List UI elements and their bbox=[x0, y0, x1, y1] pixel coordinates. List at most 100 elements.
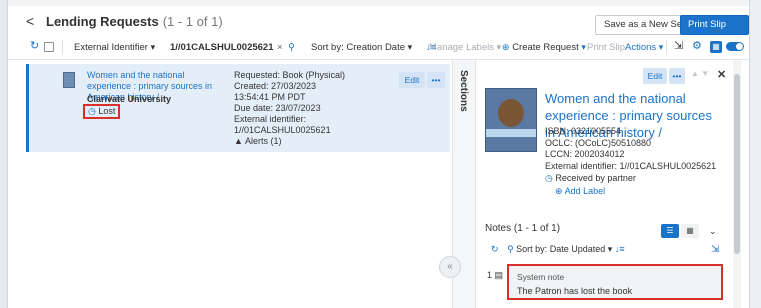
due-date: Due date: 23/07/2023 bbox=[234, 103, 321, 113]
page-title-text: Lending Requests bbox=[46, 14, 159, 29]
notes-sort: ↻ ⚲ Sort by: Date Updated ▾ ↓≡ bbox=[491, 244, 625, 254]
create-request-dropdown[interactable]: ⊕ Create Request ▾ bbox=[502, 41, 586, 54]
caret-down-icon: ▾ bbox=[496, 42, 502, 52]
actions-dropdown[interactable]: Actions ▾ bbox=[625, 41, 663, 54]
top-edge bbox=[8, 0, 749, 6]
grid-view-icon[interactable]: ▦ bbox=[710, 41, 722, 53]
manage-labels-dropdown[interactable]: Manage Labels ▾ bbox=[429, 41, 501, 54]
cover-portrait bbox=[498, 99, 524, 127]
plus-circle-icon: ⊕ bbox=[502, 42, 510, 52]
note-type: System note bbox=[517, 272, 565, 282]
chevron-down-icon[interactable]: ⌄ bbox=[709, 226, 717, 237]
export-icon[interactable]: ⇲ bbox=[711, 244, 719, 255]
manage-labels-label: Manage Labels bbox=[429, 42, 494, 53]
result-count: (1 - 1 of 1) bbox=[162, 14, 223, 29]
note-number: 1 ▤ bbox=[487, 270, 503, 280]
caret-down-icon: ▾ bbox=[407, 42, 413, 52]
right-edge bbox=[749, 0, 761, 308]
created-date: Created: 27/03/2023 bbox=[234, 81, 317, 91]
left-edge bbox=[0, 0, 8, 308]
add-label-button[interactable]: ⊕ Add Label bbox=[555, 186, 605, 196]
toolbar: ↻ External Identifier ▾ 1//01CALSHUL0025… bbox=[8, 36, 749, 60]
page-title: Lending Requests (1 - 1 of 1) bbox=[46, 14, 223, 29]
status-badge: ◷ Lost bbox=[83, 104, 121, 119]
caret-down-icon: ▾ bbox=[150, 42, 156, 52]
note-text: The Patron has lost the book bbox=[517, 286, 633, 296]
alerts-label: Alerts (1) bbox=[244, 136, 282, 146]
grid-view-icon[interactable]: ▦ bbox=[681, 224, 699, 238]
request-meta: Requested: Book (Physical) Created: 27/0… bbox=[234, 70, 384, 147]
refresh-icon[interactable]: ↻ bbox=[491, 244, 499, 254]
sort-direction-icon[interactable]: ↓≡ bbox=[615, 244, 625, 254]
create-request-label: Create Request bbox=[512, 42, 579, 53]
clock-icon: ◷ bbox=[545, 173, 553, 183]
sort-value: Creation Date bbox=[346, 42, 406, 53]
filter-field-dropdown[interactable]: External Identifier ▾ bbox=[74, 41, 155, 54]
notes-sort-value[interactable]: Date Updated bbox=[550, 244, 606, 254]
divider bbox=[62, 40, 63, 55]
requested-type: Requested: Book (Physical) bbox=[234, 70, 346, 80]
detail-meta: ISBN: 0321005554 OCLC: (OCoLC)50510880 L… bbox=[545, 126, 731, 172]
note-number-text: 1 bbox=[487, 270, 493, 280]
back-icon[interactable]: < bbox=[26, 14, 34, 28]
note-icon: ▤ bbox=[494, 270, 504, 280]
filter-field-label: External Identifier bbox=[74, 42, 148, 53]
sections-label: Sections bbox=[458, 70, 469, 112]
print-slip-button[interactable]: Print Slip bbox=[587, 41, 625, 54]
row-more-button[interactable]: ••• bbox=[427, 72, 445, 88]
results-list: 1 Women and the national experience : pr… bbox=[8, 60, 452, 308]
status-text: Lost bbox=[98, 106, 116, 116]
sections-bar[interactable]: Sections « bbox=[439, 60, 476, 308]
caret-down-icon: ▾ bbox=[607, 244, 613, 254]
save-as-new-set-button[interactable]: Save as a New Set bbox=[595, 15, 694, 35]
partner-name: Clarivate University bbox=[87, 94, 172, 104]
collapse-icon[interactable]: « bbox=[439, 256, 461, 278]
status-line: ◷ Received by partner bbox=[545, 173, 636, 183]
page-header: < Lending Requests (1 - 1 of 1) Save as a… bbox=[8, 8, 749, 48]
note-card[interactable]: System note The Patron has lost the book bbox=[507, 264, 723, 300]
table-row[interactable]: Women and the national experience : prim… bbox=[26, 64, 450, 152]
created-time: 13:54:41 PM PDT bbox=[234, 92, 306, 102]
alert-icon: ▲ bbox=[234, 136, 243, 146]
external-id: External identifier: 1//01CALSHUL0025621 bbox=[545, 160, 717, 171]
search-icon[interactable]: ⚲ bbox=[288, 41, 295, 54]
external-id-value: 1//01CALSHUL0025621 bbox=[234, 125, 331, 135]
sort-dropdown[interactable]: Sort by: Creation Date ▾ bbox=[311, 41, 412, 54]
detail-panel: Edit ••• ▲ ▼ ✕ Women and the national ex… bbox=[477, 60, 733, 308]
detail-scrollbar[interactable] bbox=[733, 60, 741, 308]
book-cover-image bbox=[485, 88, 537, 152]
row-edit-button[interactable]: Edit bbox=[399, 72, 425, 88]
close-icon[interactable]: ✕ bbox=[717, 68, 726, 81]
view-toggle[interactable] bbox=[726, 42, 744, 51]
search-input[interactable]: 1//01CALSHUL0025621 bbox=[170, 41, 274, 54]
export-icon[interactable]: ⇲ bbox=[674, 40, 683, 53]
detail-edit-button[interactable]: Edit bbox=[643, 68, 667, 84]
actions-label: Actions bbox=[625, 42, 657, 53]
scroll-thumb[interactable] bbox=[734, 74, 740, 254]
detail-more-button[interactable]: ••• bbox=[669, 68, 685, 84]
external-id-label: External identifier: bbox=[234, 114, 307, 124]
list-view-icon[interactable]: ☰ bbox=[661, 224, 679, 238]
plus-circle-icon: ⊕ bbox=[555, 186, 563, 196]
add-label-text: Add Label bbox=[564, 186, 606, 196]
refresh-icon[interactable]: ↻ bbox=[30, 40, 39, 53]
alerts-line[interactable]: ▲ Alerts (1) bbox=[234, 136, 384, 147]
cover-band bbox=[486, 129, 536, 137]
sort-label: Sort by: bbox=[311, 42, 344, 53]
divider bbox=[666, 40, 667, 55]
received-text: Received by partner bbox=[555, 173, 636, 183]
nav-arrows-icon[interactable]: ▲ ▼ bbox=[691, 69, 709, 78]
notes-header: Notes (1 - 1 of 1) bbox=[485, 223, 561, 234]
search-icon[interactable]: ⚲ bbox=[507, 244, 514, 254]
settings-icon[interactable]: ⚙ bbox=[692, 40, 702, 53]
select-all-checkbox[interactable] bbox=[44, 42, 54, 52]
isbn: ISBN: 0321005554 bbox=[545, 126, 622, 136]
clear-search-icon[interactable]: × bbox=[277, 41, 283, 54]
book-thumbnail bbox=[63, 72, 75, 88]
oclc: OCLC: (OCoLC)50510880 bbox=[545, 137, 652, 148]
app-frame: < Lending Requests (1 - 1 of 1) Save as a… bbox=[0, 0, 761, 308]
caret-down-icon: ▾ bbox=[581, 42, 586, 52]
lccn: LCCN: 2002034012 bbox=[545, 149, 625, 159]
print-slip-report-button[interactable]: Print Slip Report bbox=[680, 15, 749, 48]
notes-sort-label: Sort by: bbox=[516, 244, 548, 254]
